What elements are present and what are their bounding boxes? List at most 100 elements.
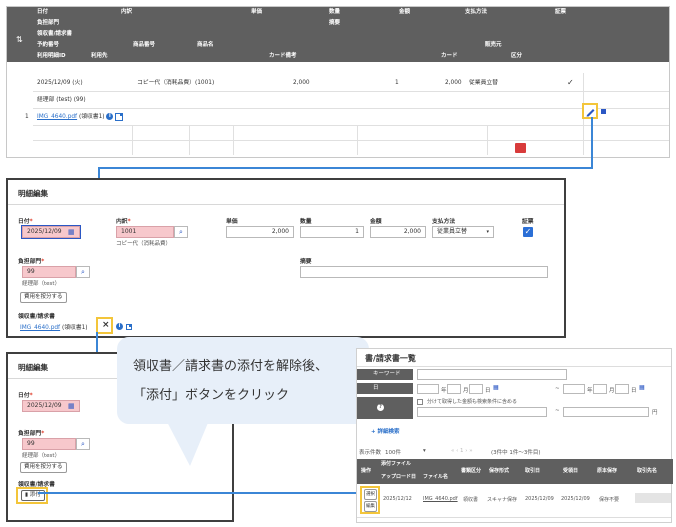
display-count-select[interactable]: 100件 bbox=[385, 448, 401, 456]
header-row-4: 予約番号 商品番号 商品名 販売元 bbox=[33, 40, 669, 51]
amount-from-input[interactable] bbox=[417, 407, 547, 417]
list-title: 書/請求書一覧 bbox=[365, 354, 416, 363]
keyword-input[interactable] bbox=[417, 369, 567, 380]
month-to-input[interactable] bbox=[593, 384, 607, 394]
blurred-vendor bbox=[635, 493, 671, 503]
month-unit: 月 bbox=[463, 388, 469, 394]
col-divider bbox=[132, 125, 133, 155]
dept-search-icon[interactable]: ⌕ bbox=[76, 266, 90, 278]
sort-arrows-icon[interactable]: ⇅ bbox=[16, 35, 23, 44]
file-icon: ▮ bbox=[25, 492, 29, 498]
payment-select[interactable]: 従業員立替 ▾ bbox=[432, 226, 494, 238]
split-cost-button[interactable]: 費用を按分する bbox=[20, 462, 67, 473]
amount-to-input[interactable] bbox=[563, 407, 649, 417]
external-link-icon[interactable] bbox=[126, 323, 132, 330]
date-label: 日付* bbox=[18, 393, 33, 399]
row-upload-date: 2025/12/12 bbox=[383, 496, 412, 502]
file-note: (領収書1) bbox=[61, 325, 88, 331]
year-from-input[interactable] bbox=[417, 384, 439, 394]
amount-input[interactable]: 2,000 bbox=[370, 226, 426, 238]
col-seller: 販売元 bbox=[485, 42, 502, 48]
row-doc-type: 領収書 bbox=[463, 497, 479, 503]
voucher-checkbox[interactable]: ✓ bbox=[523, 227, 533, 237]
date-label: 日 bbox=[357, 383, 413, 394]
month-from-input[interactable] bbox=[447, 384, 461, 394]
year-to-input[interactable] bbox=[563, 384, 585, 394]
delete-icon[interactable] bbox=[515, 143, 526, 153]
col-item: 内訳 bbox=[121, 9, 133, 15]
calendar-icon[interactable]: ▦ bbox=[639, 384, 645, 391]
row-divider bbox=[33, 91, 669, 92]
file-link[interactable]: IMG_4640.pdf bbox=[37, 114, 77, 120]
day-to-input[interactable] bbox=[615, 384, 629, 394]
pager-arrows[interactable]: « ‹ 1 › » bbox=[451, 448, 473, 454]
edit-button-highlight[interactable] bbox=[582, 103, 598, 119]
external-link-icon[interactable] bbox=[115, 112, 124, 121]
row-divider bbox=[33, 125, 669, 126]
chevron-down-icon[interactable]: ▾ bbox=[423, 448, 426, 454]
year-unit: 年 bbox=[587, 388, 593, 394]
col-product-no: 商品番号 bbox=[133, 42, 156, 48]
copy-icon[interactable] bbox=[600, 108, 607, 115]
col-receipt-date: 取引日 bbox=[525, 468, 541, 474]
memo-label: 摘要 bbox=[300, 259, 312, 265]
unit-price-input[interactable]: 2,000 bbox=[226, 226, 294, 238]
calendar-icon[interactable]: ▦ bbox=[68, 228, 75, 236]
edit-panel-1: 明細編集 日付* 2025/12/09 ▦ 内訳* 1001 ⌕ コピー代（消耗… bbox=[6, 178, 566, 338]
close-icon: × bbox=[102, 320, 110, 330]
voucher-label: 証票 bbox=[522, 219, 534, 225]
split-cost-button[interactable]: 費用を按分する bbox=[20, 292, 67, 303]
col-date: 日付 bbox=[37, 9, 49, 15]
select-button-highlight[interactable]: 選択 編集 bbox=[360, 486, 380, 514]
info-icon[interactable]: i bbox=[106, 113, 114, 120]
detach-button-highlight[interactable]: × bbox=[96, 317, 113, 334]
col-usage-id: 利用明細ID bbox=[37, 53, 66, 59]
range-sep: ~ bbox=[555, 408, 560, 414]
bubble-line-2: 「添付」ボタンをクリック bbox=[133, 388, 290, 403]
col-vendor: 取引先名 bbox=[637, 468, 658, 474]
row-unit-price: 2,000 bbox=[293, 80, 310, 86]
col-unit-price: 単価 bbox=[251, 9, 263, 15]
calendar-icon[interactable]: ▦ bbox=[68, 402, 75, 410]
instruction-bubble: 領収書／請求書の添付を解除後、 「添付」ボタンをクリック bbox=[117, 337, 369, 424]
row-number: 1 bbox=[25, 114, 29, 120]
col-divider bbox=[357, 125, 358, 155]
day-from-input[interactable] bbox=[469, 384, 483, 394]
select-button[interactable]: 選択 bbox=[364, 489, 377, 500]
amount-label: 金額 bbox=[370, 219, 382, 225]
receipt-label: 領収書/請求書 bbox=[18, 314, 55, 320]
row-dept: 経理部 (test) (99) bbox=[37, 97, 86, 103]
help-icon[interactable]: ? bbox=[377, 404, 384, 411]
item-code-input[interactable]: 1001 bbox=[116, 226, 174, 238]
col-divider bbox=[189, 125, 190, 155]
col-quantity: 数量 bbox=[329, 9, 341, 15]
dept-code-input[interactable]: 99 bbox=[22, 266, 76, 278]
include-split-label: 分けて取得した金額も検索条件に含める bbox=[427, 399, 518, 405]
panel-title: 明細編集 bbox=[18, 363, 48, 372]
memo-input[interactable] bbox=[300, 266, 548, 278]
col-op: 操作 bbox=[361, 468, 372, 474]
info-icon[interactable]: i bbox=[116, 323, 123, 330]
include-split-checkbox[interactable] bbox=[417, 399, 423, 405]
row-payment: 従業員立替 bbox=[469, 80, 498, 86]
col-usage-place: 利用先 bbox=[91, 53, 108, 59]
row-quantity: 1 bbox=[395, 80, 399, 86]
col-storage: 原本保存 bbox=[597, 468, 618, 474]
item-search-icon[interactable]: ⌕ bbox=[174, 226, 188, 238]
row-amount: 2,000 bbox=[445, 80, 462, 86]
quantity-input[interactable]: 1 bbox=[300, 226, 364, 238]
month-unit: 月 bbox=[609, 388, 615, 394]
file-link[interactable]: IMG_4640.pdf bbox=[20, 325, 60, 331]
attach-button-highlight[interactable]: ▮ 添付 bbox=[16, 487, 48, 504]
receipt-list-panel: 書/請求書一覧 キーワード 日 年 月 日 ▦ ~ 年 月 日 ▦ ? 分けて取… bbox=[356, 348, 673, 523]
calendar-icon[interactable]: ▦ bbox=[493, 384, 499, 391]
col-amount: 金額 bbox=[399, 9, 411, 15]
dept-code-input[interactable]: 99 bbox=[22, 438, 76, 450]
file-note: (領収書1) bbox=[78, 114, 105, 120]
row-voucher-check: ✓ bbox=[567, 78, 574, 87]
row-file-link[interactable]: IMG_4640.pdf bbox=[423, 496, 458, 502]
detail-search-link[interactable]: + 詳細検索 bbox=[371, 427, 400, 435]
col-file-name: ファイル名 bbox=[423, 474, 449, 480]
edit-button[interactable]: 編集 bbox=[364, 501, 377, 512]
dept-search-icon[interactable]: ⌕ bbox=[76, 438, 90, 450]
